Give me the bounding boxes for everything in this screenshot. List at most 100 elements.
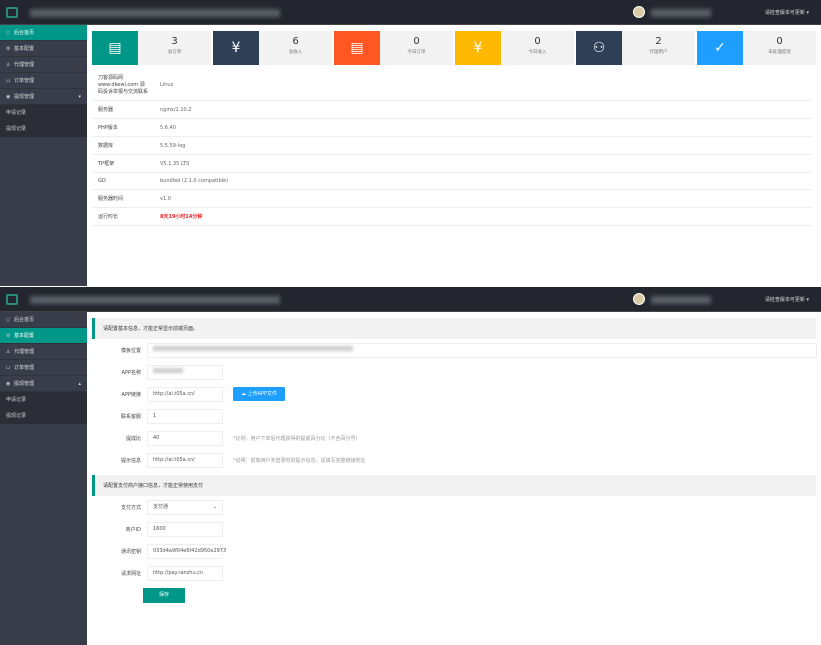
sidebar-item-orders[interactable]: ⊔ 订单管理 xyxy=(0,73,87,89)
sidebar-item-agents[interactable]: ♙ 代理管理 xyxy=(0,344,87,360)
info-value: 5.6.40 xyxy=(154,118,812,137)
info-value: V5.1.35 LTS xyxy=(154,154,812,173)
document-icon: ▤ xyxy=(92,31,138,65)
info-value: 8天19小时14分钟 xyxy=(154,207,812,226)
cloud-upload-icon: ☁ xyxy=(241,391,248,397)
form-row: 提成比 40 *比例：用户下单后代理获得的提成百分比（不含百分号） xyxy=(92,427,821,449)
users-icon: ⚇ xyxy=(576,31,622,65)
stat-value: 3 xyxy=(171,36,178,47)
text-input[interactable]: 1 xyxy=(147,408,223,424)
payment-select[interactable]: 支付通 ⌄ xyxy=(147,499,223,515)
field-label: 通讯密钥 xyxy=(120,548,141,555)
form-row: 支付方式 支付通 ⌄ xyxy=(92,496,821,518)
user-menu[interactable]: 请检查版本可更新 ▾ xyxy=(765,9,809,16)
text-input[interactable]: http://ai.t05a.cn/ xyxy=(147,452,223,468)
stat-label: 未处理提现 xyxy=(768,50,791,55)
text-input[interactable] xyxy=(147,342,817,358)
stat-label: 总收入 xyxy=(288,50,303,55)
shield-check-icon: ✓ xyxy=(697,31,743,65)
yen-icon: ¥ xyxy=(213,31,259,65)
info-value: v1.0 xyxy=(154,189,812,208)
blurred-username xyxy=(651,296,711,304)
top-header: 请检查版本可更新 ▾ xyxy=(0,0,821,25)
sidebar-item-withdraw[interactable]: ◉ 提现管理 ▴ xyxy=(0,376,87,392)
form-row: 模板位置 xyxy=(92,339,821,361)
form-row: 联系客服 1 xyxy=(92,405,821,427)
sidebar-sub-records[interactable]: 提现记录 xyxy=(0,121,87,137)
field-label: APP名称 xyxy=(121,369,141,376)
save-button[interactable]: 保存 xyxy=(143,588,185,603)
field-label: 商户ID xyxy=(125,526,141,533)
info-value: Linux xyxy=(154,69,812,101)
field-label: 模板位置 xyxy=(120,347,141,354)
dashboard-main: ▤ 3 总订单 ¥6 总收入 ▤ 0 今日订单 ¥0 今日收入 ⚇ 2 代理用户 ✓ 0 未处理提现 刀客源码… xyxy=(87,25,821,286)
stat-label: 代理用户 xyxy=(649,50,668,55)
table-row: 刀客源码网 www.dkewl.com 源码投诉举报与交流联系 Linux xyxy=(92,69,812,101)
dashboard-screenshot: 请检查版本可更新 ▾ ○ 后台首页 ⚙ 基本配置 ♙ 代理管理 ⊔ 订单管理 ◉ 提现管理… xyxy=(0,0,821,286)
table-row: GD bundled (2.1.0 compatible) xyxy=(92,172,812,190)
form-row: 提示信息 http://ai.t05a.cn/ *说明：前端用户未登录时的提示信息，… xyxy=(92,449,821,471)
user-icon: ♙ xyxy=(6,349,11,355)
money-icon: ◉ xyxy=(6,381,11,387)
stat-card: ⚇ 2 代理用户 xyxy=(576,31,695,65)
home-icon: ○ xyxy=(6,317,11,323)
document-icon: ▤ xyxy=(334,31,380,65)
sidebar-item-config[interactable]: ⚙ 基本配置 xyxy=(0,41,87,57)
notice-payment: 请配置支付商户接口信息，才能正常使用支付 xyxy=(92,475,816,496)
stats-row: ▤ 3 总订单 ¥6 总收入 ▤ 0 今日订单 ¥0 今日收入 ⚇ 2 代理用户 ✓ 0 未处理提现 xyxy=(87,25,821,65)
sidebar-item-home[interactable]: ○ 后台首页 xyxy=(0,312,87,328)
blurred-value xyxy=(153,345,353,351)
sidebar-item-config[interactable]: ⚙ 基本配置 xyxy=(0,328,87,344)
text-input[interactable]: http://ai.t05a.cn/ xyxy=(147,386,223,402)
chevron-up-icon: ▴ xyxy=(78,381,81,387)
info-key: GD xyxy=(92,172,154,190)
chevron-down-icon: ▾ xyxy=(78,94,81,100)
stat-value: 0 xyxy=(776,36,783,47)
sidebar-item-home[interactable]: ○ 后台首页 xyxy=(0,25,87,41)
blurred-value xyxy=(153,367,183,373)
sidebar-sub-records[interactable]: 提现记录 xyxy=(0,408,87,424)
upload-app-button[interactable]: ☁ 上传APP文件 xyxy=(233,387,286,401)
stat-card: ✓ 0 未处理提现 xyxy=(697,31,816,65)
stat-label: 今日收入 xyxy=(528,50,547,55)
basic-config-form: 模板位置 APP名称 APP链接 http://ai.t05a.cn/ ☁ 上传APP文… xyxy=(87,339,821,471)
sidebar-item-orders[interactable]: ⊔ 订单管理 xyxy=(0,360,87,376)
form-row: APP链接 http://ai.t05a.cn/ ☁ 上传APP文件 xyxy=(92,383,821,405)
sidebar-sub-apply[interactable]: 申请记录 xyxy=(0,105,87,121)
info-key: PHP版本 xyxy=(92,118,154,137)
sidebar-item-agents[interactable]: ♙ 代理管理 xyxy=(0,57,87,73)
form-row: 通讯密钥 033d4a9f04e6f42d950e2973 xyxy=(92,540,821,562)
text-input[interactable] xyxy=(147,364,223,380)
cart-icon: ⊔ xyxy=(6,365,10,371)
field-label: 请求网址 xyxy=(120,570,141,577)
avatar[interactable] xyxy=(633,293,645,305)
text-input[interactable]: 033d4a9f04e6f42d950e2973 xyxy=(147,543,226,559)
text-input[interactable]: 1600 xyxy=(147,521,223,537)
top-header: 请检查版本可更新 ▾ xyxy=(0,287,821,312)
avatar[interactable] xyxy=(633,6,645,18)
cart-icon: ⊔ xyxy=(6,78,10,84)
stat-card: ¥6 总收入 xyxy=(213,31,332,65)
field-label: 支付方式 xyxy=(120,504,141,511)
blurred-title xyxy=(30,296,280,304)
notice-basic: 请配置基本信息，才能正常显示前端页面。 xyxy=(92,318,816,339)
info-key: 刀客源码网 www.dkewl.com 源码投诉举报与交流联系 xyxy=(92,69,154,101)
table-row: 服务器 nginx/1.10.2 xyxy=(92,100,812,119)
info-key: 运行时长 xyxy=(92,207,154,226)
form-row: 商户ID 1600 xyxy=(92,518,821,540)
sidebar-sub-apply[interactable]: 申请记录 xyxy=(0,392,87,408)
info-key: 服务器 xyxy=(92,100,154,119)
info-value: 5.5.59-log xyxy=(154,136,812,155)
text-input[interactable]: 40 xyxy=(147,430,223,446)
user-menu[interactable]: 请检查版本可更新 ▾ xyxy=(765,296,809,303)
chevron-down-icon: ⌄ xyxy=(212,503,217,510)
table-row: PHP版本 5.6.40 xyxy=(92,118,812,137)
stat-value: 0 xyxy=(534,36,541,47)
sidebar-item-withdraw[interactable]: ◉ 提现管理 ▾ xyxy=(0,89,87,105)
text-input[interactable]: http://pay.ranzhu.cn xyxy=(147,565,223,581)
field-label: APP链接 xyxy=(121,391,141,398)
user-icon: ♙ xyxy=(6,62,11,68)
home-icon: ○ xyxy=(6,30,11,36)
field-hint: *比例：用户下单后代理获得的提成百分比（不含百分号） xyxy=(233,435,361,442)
form-row: 请求网址 http://pay.ranzhu.cn xyxy=(92,562,821,584)
